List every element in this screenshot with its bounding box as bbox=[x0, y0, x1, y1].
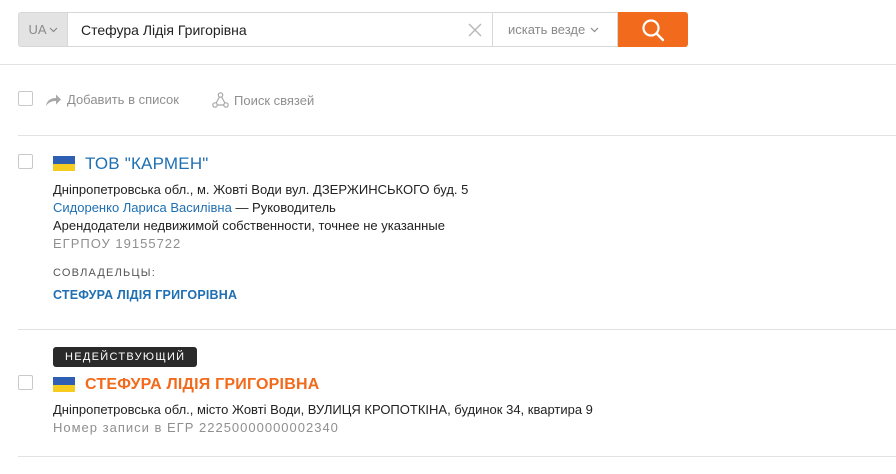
owners-label: СОВЛАДЕЛЬЦЫ: bbox=[53, 267, 156, 279]
ukraine-flag-icon bbox=[53, 156, 75, 171]
share-arrow-icon bbox=[46, 94, 61, 106]
search-input[interactable] bbox=[68, 13, 458, 46]
company-address: Дніпропетровська обл., м. Жовті Води вул… bbox=[53, 182, 469, 197]
record-number: Номер записи в ЕГР 22250000000002340 bbox=[53, 420, 339, 435]
divider bbox=[18, 329, 896, 330]
result-checkbox[interactable] bbox=[18, 154, 33, 169]
chevron-down-icon bbox=[590, 27, 599, 32]
scope-label: искать везде bbox=[508, 22, 586, 37]
network-icon bbox=[212, 92, 229, 108]
owner-link[interactable]: СТЕФУРА ЛІДІЯ ГРИГОРІВНА bbox=[53, 288, 237, 302]
find-links-button[interactable]: Поиск связей bbox=[212, 92, 314, 108]
scope-dropdown[interactable]: искать везде bbox=[492, 12, 618, 47]
company-head: Сидоренко Лариса Василівна — Руководител… bbox=[53, 200, 336, 215]
person-title-link[interactable]: СТЕФУРА ЛІДІЯ ГРИГОРІВНА bbox=[85, 376, 319, 394]
add-to-list-label: Добавить в список bbox=[67, 92, 179, 107]
head-role: — Руководитель bbox=[231, 200, 336, 215]
company-activity: Арендодатели недвижимой собственности, т… bbox=[53, 218, 445, 233]
country-label: UA bbox=[28, 22, 47, 37]
chevron-down-icon bbox=[49, 27, 57, 32]
head-name-link[interactable]: Сидоренко Лариса Василівна bbox=[53, 200, 232, 215]
add-to-list-button[interactable]: Добавить в список bbox=[45, 92, 179, 107]
clear-icon[interactable] bbox=[468, 23, 482, 37]
company-code: ЕГРПОУ 19155722 bbox=[53, 236, 182, 251]
ukraine-flag-icon bbox=[53, 377, 75, 392]
search-bar: UA искать везде bbox=[18, 12, 688, 47]
find-links-label: Поиск связей bbox=[234, 92, 315, 108]
search-field bbox=[67, 12, 492, 47]
status-badge: НЕДЕЙСТВУЮЩИЙ bbox=[53, 347, 198, 367]
divider bbox=[18, 456, 896, 457]
country-selector[interactable]: UA bbox=[18, 12, 67, 47]
result-checkbox[interactable] bbox=[18, 375, 33, 390]
person-address: Дніпропетровська обл., місто Жовті Води,… bbox=[53, 402, 593, 417]
search-icon bbox=[642, 18, 665, 41]
search-button[interactable] bbox=[618, 12, 688, 47]
divider bbox=[0, 64, 896, 65]
divider bbox=[18, 135, 896, 136]
select-all-checkbox[interactable] bbox=[18, 91, 33, 106]
company-title-link[interactable]: ТОВ "КАРМЕН" bbox=[85, 154, 209, 174]
